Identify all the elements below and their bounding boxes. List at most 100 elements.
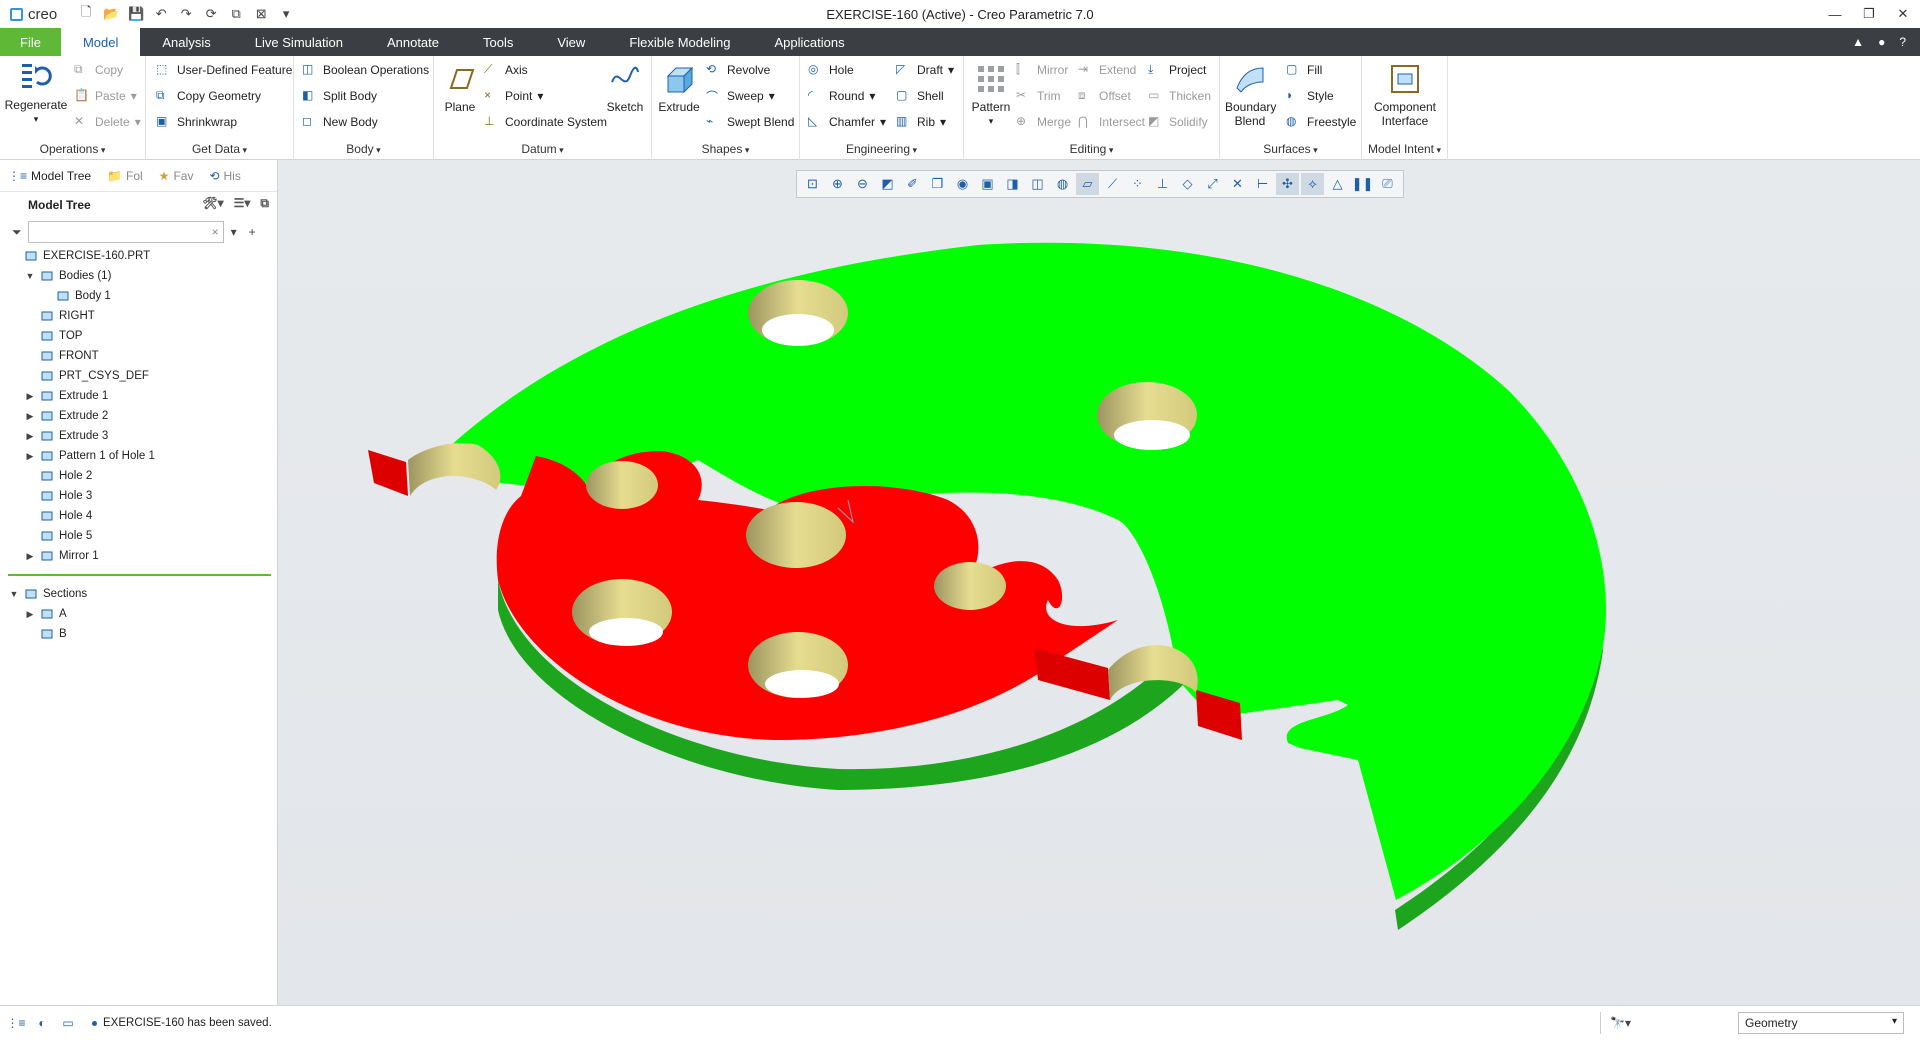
offset-button[interactable]: ⧈ Offset bbox=[1078, 86, 1131, 106]
undo-icon[interactable]: ↶ bbox=[150, 4, 172, 24]
boundary-blend-button[interactable]: Boundary Blend bbox=[1224, 62, 1276, 128]
rib-button[interactable]: ▥ Rib ▾ bbox=[896, 112, 946, 132]
fill-button[interactable]: ▢ Fill bbox=[1286, 60, 1322, 80]
extend-button[interactable]: ⇥ Extend bbox=[1078, 60, 1136, 80]
toggle-navigator-icon[interactable]: ⋮≡ bbox=[6, 1013, 26, 1033]
intersect-button[interactable]: ⋂ Intersect bbox=[1078, 112, 1145, 132]
tab-analysis[interactable]: Analysis bbox=[140, 28, 232, 56]
tree-node[interactable]: ▶ Extrude 2 bbox=[0, 406, 277, 426]
pattern-dropdown-icon[interactable]: ▾ bbox=[989, 114, 994, 128]
tree-node[interactable]: Hole 4 bbox=[0, 506, 277, 526]
tree-node[interactable]: Body 1 bbox=[0, 286, 277, 306]
close-button[interactable]: ✕ bbox=[1886, 0, 1920, 28]
tab-favorites[interactable]: ★ Fav bbox=[151, 160, 202, 192]
new-body-button[interactable]: ◻ New Body bbox=[302, 112, 378, 132]
point-button[interactable]: × Point ▾ bbox=[484, 86, 543, 106]
selection-filter-select[interactable]: Geometry bbox=[1738, 1012, 1904, 1034]
group-label-surfaces[interactable]: Surfaces bbox=[1220, 142, 1361, 156]
windows-icon[interactable]: ⧉ bbox=[225, 4, 247, 24]
thicken-button[interactable]: ▭ Thicken bbox=[1148, 86, 1211, 106]
mirror-button[interactable]: ⫿ Mirror bbox=[1016, 60, 1068, 80]
hole-small-upper[interactable] bbox=[586, 461, 658, 509]
pattern-button[interactable]: Pattern ▾ bbox=[968, 62, 1014, 128]
draft-button[interactable]: ◸ Draft ▾ bbox=[896, 60, 954, 80]
tab-flexible-modeling[interactable]: Flexible Modeling bbox=[607, 28, 752, 56]
tree-node[interactable]: RIGHT bbox=[0, 306, 277, 326]
save-icon[interactable]: 💾 bbox=[125, 4, 147, 24]
coordinate-system-button[interactable]: ⊥ Coordinate System bbox=[484, 112, 607, 132]
search-clear-icon[interactable]: × bbox=[212, 225, 219, 239]
tree-settings-icon[interactable]: 🛠▾ bbox=[202, 196, 223, 211]
tab-folder-browser[interactable]: 📁 Fol bbox=[99, 160, 151, 192]
tree-columns-icon[interactable]: ☰▾ bbox=[234, 196, 251, 211]
search-dropdown-icon[interactable]: ▾ bbox=[231, 225, 237, 239]
tab-applications[interactable]: Applications bbox=[752, 28, 866, 56]
group-label-get-data[interactable]: Get Data bbox=[146, 142, 293, 156]
group-label-operations[interactable]: Operations bbox=[0, 142, 145, 156]
tab-tools[interactable]: Tools bbox=[461, 28, 535, 56]
tree-node[interactable]: Hole 5 bbox=[0, 526, 277, 546]
tree-expander-icon[interactable]: ▼ bbox=[8, 589, 20, 599]
tree-search-input[interactable] bbox=[27, 221, 224, 243]
filter-icon[interactable]: ⏷ bbox=[12, 225, 22, 240]
find-button[interactable]: 🔭 ▾ bbox=[1600, 1012, 1640, 1034]
toggle-browser-icon[interactable]: ◐ bbox=[32, 1013, 52, 1033]
group-label-model-intent[interactable]: Model Intent bbox=[1362, 142, 1447, 156]
plane-button[interactable]: Plane bbox=[440, 62, 480, 114]
graphics-viewport[interactable]: ⊡ ⊕ ⊖ ◩ ✐ ❒ ◉ ▣ ◨ ◫ ◍ ▱ ⟋ ⁘ ⊥ ◇ ⤢ ✕ ⊢ ✣ … bbox=[278, 160, 1920, 1005]
add-column-icon[interactable]: + bbox=[249, 225, 256, 239]
revolve-button[interactable]: ⟲ Revolve bbox=[706, 60, 770, 80]
tab-file[interactable]: File bbox=[0, 28, 61, 56]
tree-node[interactable]: ▶ Extrude 3 bbox=[0, 426, 277, 446]
tree-expander-icon[interactable]: ▶ bbox=[24, 391, 36, 402]
tree-node[interactable]: TOP bbox=[0, 326, 277, 346]
open-file-icon[interactable]: 📂 bbox=[100, 4, 122, 24]
group-label-datum[interactable]: Datum bbox=[434, 142, 651, 156]
component-interface-button[interactable]: Component Interface bbox=[1366, 62, 1444, 128]
full-screen-icon[interactable]: ▭ bbox=[58, 1013, 78, 1033]
tab-model[interactable]: Model bbox=[60, 28, 141, 56]
shrinkwrap-button[interactable]: ▣ Shrinkwrap bbox=[156, 112, 237, 132]
tree-expander-icon[interactable]: ▶ bbox=[24, 551, 36, 562]
tree-expander-icon[interactable]: ▶ bbox=[24, 609, 36, 620]
boolean-operations-button[interactable]: ◫ Boolean Operations bbox=[302, 60, 429, 80]
tree-filter-options-icon[interactable]: ⧉ bbox=[260, 196, 269, 211]
hole-button[interactable]: ◎ Hole bbox=[808, 60, 854, 80]
tree-node[interactable]: Hole 2 bbox=[0, 466, 277, 486]
swept-blend-button[interactable]: ⌁ Swept Blend bbox=[706, 112, 794, 132]
new-file-icon[interactable]: 🗋 bbox=[75, 4, 97, 24]
close-window-icon[interactable]: ⊠ bbox=[250, 4, 272, 24]
regenerate-small-icon[interactable]: ⟳ bbox=[200, 4, 222, 24]
sketch-button[interactable]: Sketch bbox=[604, 62, 646, 114]
tree-node[interactable]: ▶ Mirror 1 bbox=[0, 546, 277, 566]
minimize-ribbon-icon[interactable]: ▲ bbox=[1852, 35, 1864, 49]
round-button[interactable]: ◜ Round ▾ bbox=[808, 86, 875, 106]
chamfer-button[interactable]: ◺ Chamfer ▾ bbox=[808, 112, 886, 132]
tab-live-simulation[interactable]: Live Simulation bbox=[233, 28, 365, 56]
tree-node[interactable]: ▶ Extrude 1 bbox=[0, 386, 277, 406]
tree-node[interactable]: ▼ Sections bbox=[0, 584, 277, 604]
copy-button[interactable]: ⧉ Copy bbox=[74, 60, 123, 80]
tree-node[interactable]: PRT_CSYS_DEF bbox=[0, 366, 277, 386]
freestyle-button[interactable]: ◍ Freestyle bbox=[1286, 112, 1356, 132]
tab-history[interactable]: ⟲ His bbox=[201, 160, 248, 192]
tree-node[interactable]: Hole 3 bbox=[0, 486, 277, 506]
tree-expander-icon[interactable]: ▶ bbox=[24, 411, 36, 422]
regenerate-button[interactable]: Regenerate ▾ bbox=[5, 60, 67, 126]
user-icon[interactable]: ● bbox=[1878, 35, 1885, 49]
group-label-shapes[interactable]: Shapes bbox=[652, 142, 799, 156]
split-body-button[interactable]: ◧ Split Body bbox=[302, 86, 377, 106]
extrude-button[interactable]: Extrude bbox=[656, 62, 702, 114]
paste-button[interactable]: 📋 Paste ▾ bbox=[74, 86, 137, 106]
tab-annotate[interactable]: Annotate bbox=[365, 28, 461, 56]
tree-node[interactable]: EXERCISE-160.PRT bbox=[0, 246, 277, 266]
trim-button[interactable]: ✂ Trim bbox=[1016, 86, 1061, 106]
style-button[interactable]: ◗ Style bbox=[1286, 86, 1334, 106]
tree-expander-icon[interactable]: ▼ bbox=[24, 271, 36, 281]
merge-button[interactable]: ⊕ Merge bbox=[1016, 112, 1071, 132]
help-icon[interactable]: ? bbox=[1899, 35, 1906, 49]
solidify-button[interactable]: ◩ Solidify bbox=[1148, 112, 1208, 132]
project-button[interactable]: ⤓ Project bbox=[1148, 60, 1206, 80]
sweep-button[interactable]: ⌒ Sweep ▾ bbox=[706, 86, 775, 106]
udf-button[interactable]: ⬚ User-Defined Feature bbox=[156, 60, 292, 80]
